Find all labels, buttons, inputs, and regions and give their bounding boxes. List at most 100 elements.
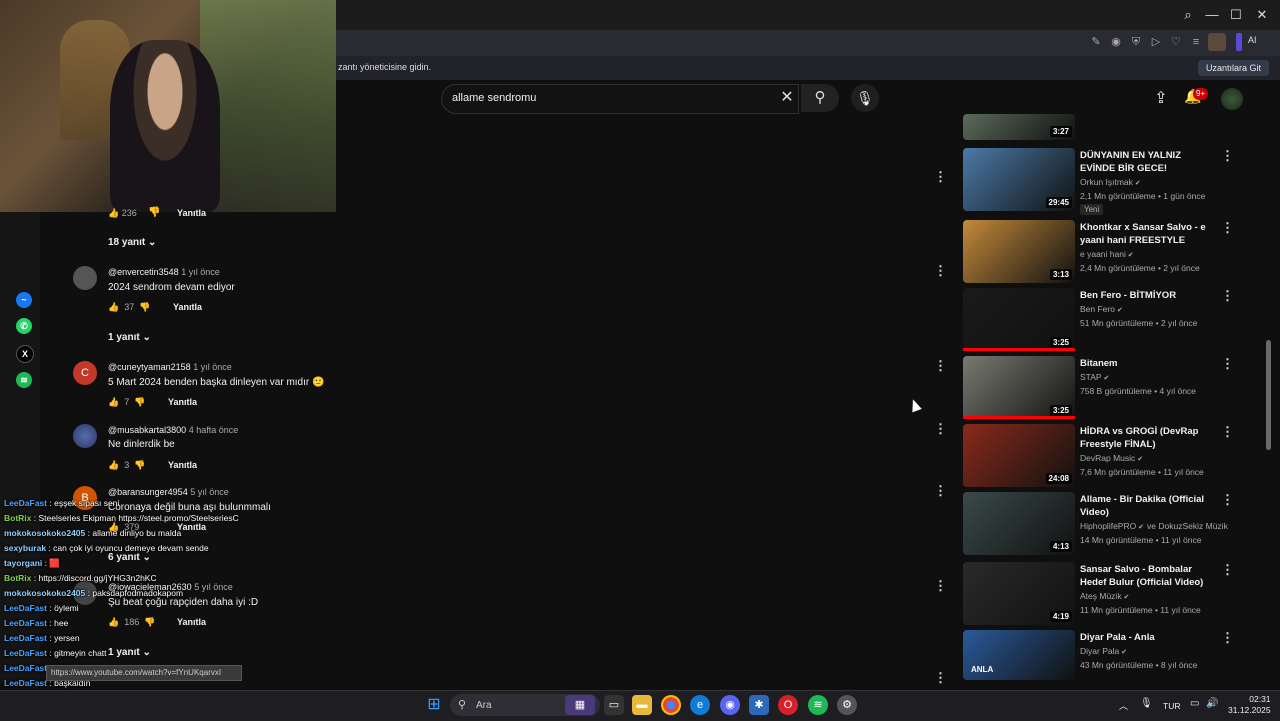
taskbar-clock[interactable]: 02:31 31.12.2025: [1228, 694, 1271, 716]
reply-button[interactable]: Yanıtla: [177, 522, 206, 532]
heart-icon[interactable]: ♡: [1168, 34, 1184, 50]
video-thumbnail[interactable]: 3:25: [963, 288, 1075, 351]
dislike-icon[interactable]: 👎: [148, 207, 160, 218]
video-menu-icon[interactable]: ⋮: [1221, 492, 1234, 508]
comment-like-button[interactable]: 👍 236: [108, 208, 137, 219]
edge-icon[interactable]: e: [690, 695, 710, 715]
reply-button[interactable]: Yanıtla: [177, 617, 206, 627]
camera-icon[interactable]: ◉: [1108, 34, 1124, 50]
network-icon[interactable]: ▭: [1190, 698, 1199, 709]
comment-menu-icon[interactable]: ⋮: [934, 169, 947, 185]
video-menu-icon[interactable]: ⋮: [1221, 356, 1234, 372]
reply-button[interactable]: Yanıtla: [177, 208, 206, 218]
start-menu-icon[interactable]: ⊞: [424, 695, 444, 715]
extensions-button[interactable]: Uzantılara Git: [1198, 60, 1270, 76]
video-channel[interactable]: HiphoplifePRO ✔ ve DokuzSekiz Müzik: [1080, 521, 1228, 531]
comment-menu-icon[interactable]: ⋮: [934, 483, 947, 499]
video-thumbnail[interactable]: 3:25: [963, 356, 1075, 419]
sidebar-toggle-icon[interactable]: [1236, 33, 1242, 51]
comment-avatar[interactable]: [73, 424, 97, 448]
comment-author[interactable]: @baransunger4954 5 yıl önce: [108, 487, 229, 497]
video-thumbnail[interactable]: ANLA: [963, 630, 1075, 680]
opera-icon[interactable]: O: [778, 695, 798, 715]
video-menu-icon[interactable]: ⋮: [1221, 630, 1234, 646]
spotify-icon[interactable]: ≋: [16, 372, 32, 388]
video-title[interactable]: Sansar Salvo - Bombalar Hedef Bulur (Off…: [1080, 563, 1210, 589]
whatsapp-icon[interactable]: ✆: [16, 318, 32, 334]
app-icon[interactable]: ✱: [749, 695, 769, 715]
comment-avatar[interactable]: C: [73, 361, 97, 385]
video-title[interactable]: Khontkar x Sansar Salvo - e yaani hani F…: [1080, 221, 1210, 247]
video-menu-icon[interactable]: ⋮: [1221, 148, 1234, 164]
comment-author[interactable]: @envercetin3548 1 yıl önce: [108, 267, 220, 277]
comment-author[interactable]: @cuneytyaman2158 1 yıl önce: [108, 362, 232, 372]
reply-button[interactable]: Yanıtla: [173, 302, 202, 312]
comment-menu-icon[interactable]: ⋮: [934, 358, 947, 374]
comment-menu-icon[interactable]: ⋮: [934, 670, 947, 686]
tray-chevron-icon[interactable]: ︿: [1119, 699, 1128, 712]
replies-toggle[interactable]: 18 yanıt ⌄: [108, 237, 156, 248]
widgets-icon[interactable]: ▦: [565, 695, 595, 715]
video-menu-icon[interactable]: ⋮: [1221, 424, 1234, 440]
messenger-icon[interactable]: ~: [16, 292, 32, 308]
video-channel[interactable]: STAP ✔: [1080, 372, 1109, 382]
close-window-icon[interactable]: ✕: [1252, 5, 1272, 25]
video-thumbnail[interactable]: 3:27: [963, 114, 1075, 140]
comment-menu-icon[interactable]: ⋮: [934, 578, 947, 594]
video-thumbnail[interactable]: 24:08: [963, 424, 1075, 487]
video-thumbnail[interactable]: 4:19: [963, 562, 1075, 625]
maximize-icon[interactable]: ☐: [1226, 5, 1246, 25]
replies-toggle[interactable]: 6 yanıt ⌄: [108, 552, 151, 563]
video-menu-icon[interactable]: ⋮: [1221, 220, 1234, 236]
video-thumbnail[interactable]: 4:13: [963, 492, 1075, 555]
input-language[interactable]: TUR: [1163, 701, 1180, 711]
play-icon[interactable]: ▷: [1148, 34, 1164, 50]
upload-icon[interactable]: ⇪: [1151, 88, 1171, 108]
user-avatar[interactable]: [1221, 88, 1243, 110]
video-thumbnail[interactable]: 3:13: [963, 220, 1075, 283]
video-channel[interactable]: Ben Fero ✔: [1080, 304, 1123, 314]
video-channel[interactable]: DevRap Music ✔: [1080, 453, 1143, 463]
comment-avatar[interactable]: [73, 266, 97, 290]
video-title[interactable]: HİDRA vs GROGİ (DevRap Freestyle FİNAL): [1080, 425, 1210, 451]
minimize-icon[interactable]: —: [1202, 5, 1222, 25]
ai-button[interactable]: AI: [1248, 35, 1257, 45]
volume-icon[interactable]: 🔊: [1206, 698, 1218, 709]
replies-toggle[interactable]: 1 yanıt ⌄: [108, 647, 151, 658]
clear-search-icon[interactable]: ✕: [779, 89, 795, 107]
video-title[interactable]: Ben Fero - BİTMİYOR: [1080, 289, 1210, 302]
video-menu-icon[interactable]: ⋮: [1221, 288, 1234, 304]
comment-author[interactable]: @musabkartal3800 4 hafta önce: [108, 425, 238, 435]
edit-icon[interactable]: ✎: [1088, 34, 1104, 50]
video-title[interactable]: Diyar Pala - Anla: [1080, 631, 1210, 644]
comment-like-button[interactable]: 👍 186 👎: [108, 617, 155, 628]
search-tabs-icon[interactable]: ⌕: [1178, 5, 1198, 25]
video-channel[interactable]: e yaani hani ✔: [1080, 249, 1134, 259]
task-view-icon[interactable]: ▭: [604, 695, 624, 715]
x-icon[interactable]: X: [16, 345, 34, 363]
comment-like-button[interactable]: 👍 3 👎: [108, 460, 145, 471]
tray-mic-icon[interactable]: 🎙: [1140, 698, 1153, 709]
comment-menu-icon[interactable]: ⋮: [934, 421, 947, 437]
chrome-icon[interactable]: [661, 695, 681, 715]
reply-button[interactable]: Yanıtla: [168, 460, 197, 470]
menu-icon[interactable]: ≡: [1188, 34, 1204, 50]
video-title[interactable]: Allame - Bir Dakika (Official Video): [1080, 493, 1210, 519]
video-channel[interactable]: Ateş Müzik ✔: [1080, 591, 1129, 601]
video-menu-icon[interactable]: ⋮: [1221, 562, 1234, 578]
spotify-taskbar-icon[interactable]: ≋: [808, 695, 828, 715]
reply-button[interactable]: Yanıtla: [168, 397, 197, 407]
video-channel[interactable]: Diyar Pala ✔: [1080, 646, 1127, 656]
voice-search-button[interactable]: 🎙: [851, 84, 879, 112]
video-title[interactable]: Bitanem: [1080, 357, 1210, 370]
scrollbar-thumb[interactable]: [1266, 340, 1271, 450]
comment-menu-icon[interactable]: ⋮: [934, 263, 947, 279]
video-thumbnail[interactable]: 29:45: [963, 148, 1075, 211]
search-button[interactable]: ⚲: [801, 84, 839, 112]
profile-icon[interactable]: [1208, 33, 1226, 51]
video-channel[interactable]: Orkun Işıtmak ✔: [1080, 177, 1141, 187]
shield-icon[interactable]: ⛨: [1128, 34, 1144, 50]
discord-icon[interactable]: ◉: [720, 695, 740, 715]
video-title[interactable]: DÜNYANIN EN YALNIZ EVİNDE BİR GECE!: [1080, 149, 1210, 175]
file-explorer-icon[interactable]: ▬: [632, 695, 652, 715]
